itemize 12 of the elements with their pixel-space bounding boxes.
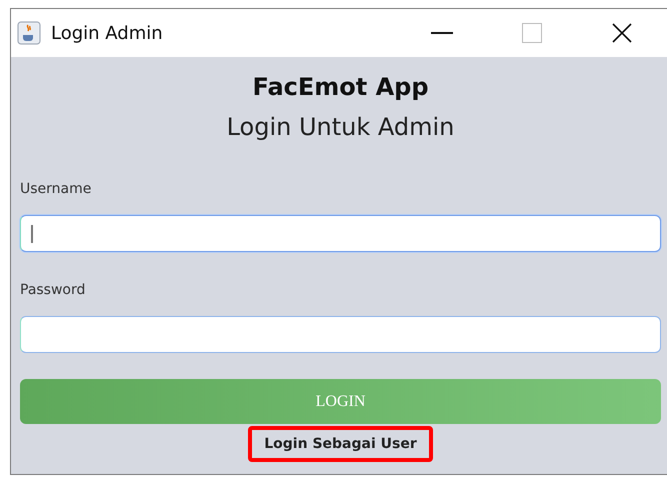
maximize-icon[interactable] — [522, 23, 542, 43]
user-login-link[interactable]: Login Sebagai User — [248, 426, 433, 462]
input-field[interactable] — [20, 215, 661, 252]
text-cursor — [31, 224, 33, 242]
window-title: Login Admin — [51, 22, 164, 44]
coffee-cup-icon — [17, 21, 41, 45]
field-label: Password — [20, 282, 86, 298]
login-subheading: Login Untuk Admin — [226, 113, 454, 141]
input-field[interactable] — [20, 316, 661, 353]
field-label: Username — [20, 181, 92, 197]
close-icon[interactable] — [612, 23, 632, 43]
app-heading: FacEmot App — [252, 73, 429, 101]
